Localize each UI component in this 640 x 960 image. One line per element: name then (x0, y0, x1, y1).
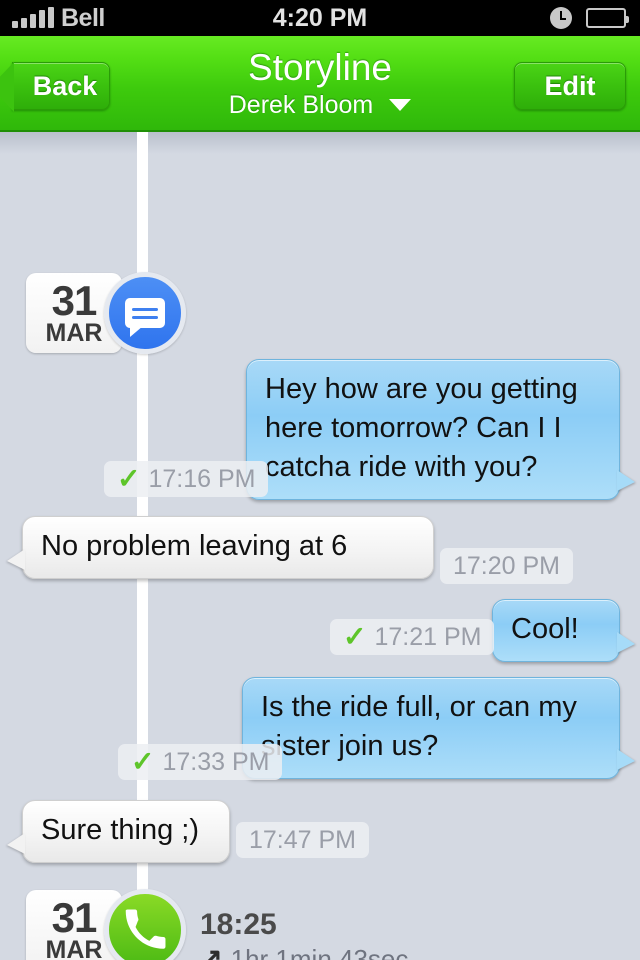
edit-button-label: Edit (544, 70, 596, 101)
timestamp-label: 17:33 PM (162, 747, 270, 776)
message-bubble-incoming[interactable]: No problem leaving at 6 (22, 516, 434, 579)
back-button[interactable]: Back (0, 62, 110, 112)
message-bubble-outgoing[interactable]: Cool! (492, 599, 620, 662)
status-bar-clock: 4:20 PM (272, 3, 368, 32)
storyline-timeline[interactable]: 31 MAR Hey how are you getting here tomo… (0, 132, 640, 960)
timeline-event-message-group[interactable]: 31 MAR (26, 272, 186, 354)
check-icon: ✓ (117, 463, 141, 494)
message-timestamp: ✓ 17:21 PM (330, 619, 495, 655)
date-month-label: MAR (45, 319, 103, 347)
contact-selector[interactable]: Derek Bloom (229, 90, 412, 120)
date-day-label: 31 (51, 894, 98, 941)
message-bubble-outgoing[interactable]: Hey how are you getting here tomorrow? C… (246, 359, 620, 500)
call-duration-label: 1hr 1min 43sec (230, 944, 409, 960)
edit-button[interactable]: Edit (514, 62, 626, 110)
message-text: Is the ride full, or can my sister join … (261, 691, 577, 762)
call-duration-row: ↗ 1hr 1min 43sec (200, 943, 408, 960)
clock-icon (550, 7, 572, 29)
timestamp-label: 17:47 PM (249, 825, 357, 854)
arrow-outgoing-icon: ↗ (200, 943, 223, 960)
message-timestamp: 17:47 PM (236, 822, 370, 858)
phone-glyph (124, 909, 166, 951)
timeline-event-phone-call[interactable]: 31 MAR (26, 889, 186, 960)
timestamp-label: 17:16 PM (148, 464, 256, 493)
nav-bar: Back Storyline Derek Bloom Edit (0, 36, 640, 132)
message-text: No problem leaving at 6 (41, 530, 348, 562)
message-text: Cool! (511, 613, 579, 645)
back-button-label: Back (32, 70, 98, 101)
date-day-label: 31 (51, 277, 98, 324)
chevron-down-icon (389, 99, 412, 111)
message-timestamp: ✓ 17:33 PM (118, 744, 283, 780)
contact-name-label: Derek Bloom (228, 91, 374, 119)
message-timestamp: ✓ 17:16 PM (104, 461, 269, 497)
timestamp-label: 17:20 PM (453, 551, 561, 580)
message-bubble-incoming[interactable]: Sure thing ;) (22, 800, 230, 863)
check-icon: ✓ (131, 746, 155, 777)
call-time-label: 18:25 (200, 908, 277, 941)
message-text: Sure thing ;) (41, 814, 199, 846)
message-bubble-icon (104, 272, 186, 354)
message-text: Hey how are you getting here tomorrow? C… (265, 373, 578, 483)
check-icon: ✓ (343, 621, 367, 652)
phone-icon (104, 889, 186, 960)
call-details: 18:25 ↗ 1hr 1min 43sec (200, 909, 408, 960)
message-bubble-outgoing[interactable]: Is the ride full, or can my sister join … (242, 677, 620, 779)
status-bar: Bell 4:20 PM (0, 0, 640, 36)
date-month-label: MAR (45, 936, 103, 960)
chat-glyph (125, 298, 165, 337)
message-timestamp: 17:20 PM (440, 548, 574, 584)
battery-icon (586, 8, 629, 28)
timestamp-label: 17:21 PM (374, 622, 482, 651)
